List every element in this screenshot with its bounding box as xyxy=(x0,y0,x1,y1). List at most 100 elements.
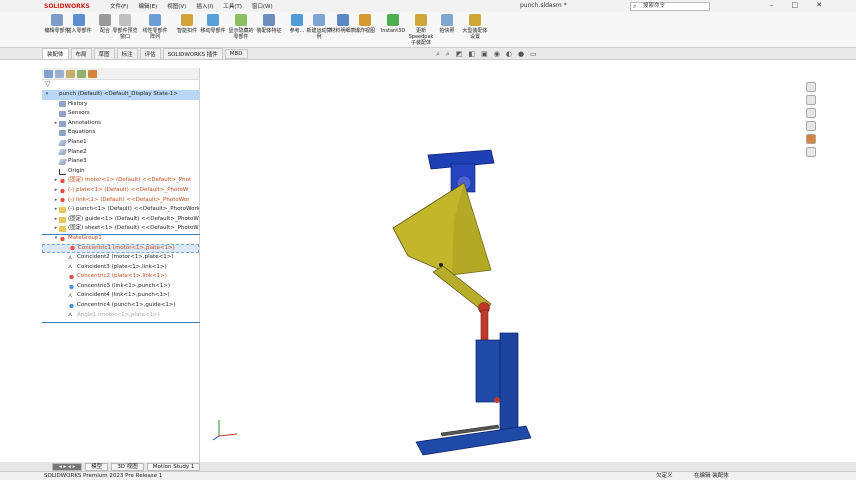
speedpak-icon xyxy=(415,14,427,26)
appearances-icon[interactable] xyxy=(806,134,816,144)
view-orientation-icon[interactable]: ▣ xyxy=(481,50,488,59)
tree-item[interactable]: ⋏ Coincident2 (motor<1>,plate<1>) xyxy=(42,253,199,263)
feature-tree-tab-icon[interactable] xyxy=(44,70,53,78)
tree-item-label: Plane1 xyxy=(68,138,87,145)
display-tab-icon[interactable] xyxy=(88,70,97,78)
ribbon-button[interactable]: 线性零部件阵列 xyxy=(142,14,168,40)
ribbon-button[interactable]: 显示隐藏的零部件 xyxy=(228,14,254,40)
menu-item[interactable]: 文件(F) xyxy=(110,2,128,10)
custom-properties-icon[interactable] xyxy=(806,147,816,157)
ribbon-button[interactable]: 智能扣件 xyxy=(174,14,200,34)
menu-item[interactable]: 插入(I) xyxy=(196,2,213,10)
tree-item[interactable]: ⋏ Coincident3 (plate<1>,link<1>) xyxy=(42,263,199,273)
tab-command[interactable]: MBD xyxy=(224,48,248,59)
guide-column[interactable] xyxy=(499,332,519,434)
view-palette-icon[interactable] xyxy=(806,121,816,131)
tree-item[interactable]: Concentric2 (plate<1>,link<1>) xyxy=(42,272,199,282)
menu-item[interactable]: 编辑(E) xyxy=(138,2,157,10)
tab-command[interactable]: 标注 xyxy=(116,47,138,60)
ribbon-button[interactable]: 新建运动算例 xyxy=(306,14,332,40)
scene-icon[interactable]: ▭ xyxy=(530,50,537,59)
mate-icon xyxy=(99,14,111,26)
coin-icon: ⋏ xyxy=(68,263,73,271)
tree-item[interactable]: Plane1 xyxy=(42,138,199,148)
tree-item[interactable]: ▾ punch (Default) <Default_Display State-… xyxy=(42,90,199,100)
app-logo: SOLIDWORKS xyxy=(44,2,90,10)
graphics-area[interactable] xyxy=(201,60,806,462)
tree-item-label: Concentric2 (plate<1>,link<1>) xyxy=(77,273,167,280)
search-input[interactable]: ⌕ 搜索命令 xyxy=(630,2,710,11)
ribbon-button[interactable]: 拍快照 xyxy=(434,14,460,34)
punch-part[interactable] xyxy=(480,309,489,341)
appearance-icon[interactable]: ● xyxy=(518,50,524,59)
coin-icon: ⋏ xyxy=(68,253,73,261)
dimxpert-tab-icon[interactable] xyxy=(77,70,86,78)
close-icon[interactable]: ✕ xyxy=(816,1,822,9)
window-controls: – □ ✕ xyxy=(770,1,822,9)
ribbon-button[interactable]: 爆炸视图 xyxy=(352,14,378,34)
tree-item[interactable]: ▸ (固定) motor<1> (Default) <<Default>_Phot xyxy=(42,176,199,186)
tree-item[interactable]: Concentric3 (link<1>,punch<1>) xyxy=(42,282,199,292)
ribbon-button[interactable]: 插入零部件 xyxy=(66,14,92,34)
tree-item[interactable]: ▸ (-) link<1> (Default) <<Default>_PhotoW… xyxy=(42,196,199,206)
menu-item[interactable]: 工具(T) xyxy=(223,2,242,10)
tree-item[interactable]: Plane3 xyxy=(42,157,199,167)
ribbon-button[interactable]: Instant3D xyxy=(380,14,406,34)
tree-item[interactable]: Concentric1 (motor<1>,plate<1>) xyxy=(42,243,199,254)
motion-icon xyxy=(313,14,325,26)
tab-command[interactable]: 布局 xyxy=(70,47,92,60)
tree-item-label: (-) plate<1> (Default) <<Default>_PhotoW xyxy=(68,186,189,193)
tab-navigation-arrows[interactable]: ◂ ▸ ◂ ▸ xyxy=(52,462,83,471)
minimize-icon[interactable]: – xyxy=(770,1,774,9)
ribbon-button[interactable]: 大型装配体设置 xyxy=(462,14,488,40)
tab-command[interactable]: SOLIDWORKS 插件 xyxy=(162,47,223,60)
tree-item-label: Origin xyxy=(68,167,85,174)
tab-3d-views[interactable]: 3D 视图 xyxy=(111,462,144,471)
tree-item[interactable]: ▸ (固定) sheet<1> (Default) <<Default>_Phot… xyxy=(42,224,199,234)
ribbon-button[interactable]: 装配体特征 xyxy=(256,14,282,34)
file-explorer-icon[interactable] xyxy=(806,108,816,118)
tree-item[interactable]: History xyxy=(42,100,199,110)
tab-command[interactable]: 装配体 xyxy=(42,47,69,60)
maximize-icon[interactable]: □ xyxy=(792,1,799,9)
section-view-icon[interactable]: ◧ xyxy=(468,50,475,59)
tree-item[interactable]: ⋏ Coincident4 (link<1>,punch<1>) xyxy=(42,291,199,301)
tree-item[interactable]: Concentric4 (punch<1>,guide<1>) xyxy=(42,301,199,311)
red-icon xyxy=(59,178,66,185)
tab-motion-study[interactable]: Motion Study 1 xyxy=(146,462,201,471)
zoom-fit-icon[interactable]: ⌕ xyxy=(436,50,440,59)
tree-item[interactable]: ▸ (-) plate<1> (Default) <<Default>_Photo… xyxy=(42,186,199,196)
tree-item[interactable]: ▾ MateGroup1 xyxy=(42,234,199,244)
menu-item[interactable]: 窗口(W) xyxy=(252,2,273,10)
tree-item[interactable]: Equations xyxy=(42,128,199,138)
config-tab-icon[interactable] xyxy=(66,70,75,78)
reference-icon xyxy=(291,14,303,26)
menu-item[interactable]: 视图(V) xyxy=(167,2,186,10)
yellow-icon xyxy=(59,216,66,223)
ribbon-button[interactable]: 更新 Speedpak 子装配体 xyxy=(408,14,434,46)
tree-item[interactable]: Sensors xyxy=(42,109,199,119)
hide-show-icon[interactable]: ◐ xyxy=(506,50,512,59)
tab-command[interactable]: 草图 xyxy=(93,47,115,60)
tree-item[interactable]: ▸ Annotations xyxy=(42,119,199,129)
tree-item[interactable]: ⋏ Angle1 (motor<1>,plate<1>) xyxy=(42,311,199,321)
blue-icon xyxy=(68,302,75,309)
ribbon-button[interactable]: 零部件预览窗口 xyxy=(112,14,138,40)
tree-item[interactable]: Plane2 xyxy=(42,148,199,158)
zoom-area-icon[interactable]: ⌕ xyxy=(446,50,450,59)
tree-item[interactable]: ▸ (-) punch<1> (Default) <<Default>_Photo… xyxy=(42,205,199,215)
previous-view-icon[interactable]: ◩ xyxy=(456,50,463,59)
design-library-icon[interactable] xyxy=(806,95,816,105)
ribbon-button[interactable]: 移动零部件 xyxy=(200,14,226,34)
display-style-icon[interactable]: ◉ xyxy=(494,50,500,59)
filter-icon[interactable]: ▽ xyxy=(42,80,199,90)
tree-item-label: Concentric1 (motor<1>,plate<1>) xyxy=(78,244,175,251)
tab-command[interactable]: 评估 xyxy=(139,47,161,60)
pattern-icon xyxy=(149,14,161,26)
tab-model[interactable]: 模型 xyxy=(85,462,109,471)
resources-icon[interactable] xyxy=(806,82,816,92)
guide-part[interactable] xyxy=(475,339,501,403)
tree-item[interactable]: ▸ (固定) guide<1> (Default) <<Default>_Phot… xyxy=(42,215,199,225)
tree-item[interactable]: Origin xyxy=(42,167,199,177)
property-tab-icon[interactable] xyxy=(55,70,64,78)
